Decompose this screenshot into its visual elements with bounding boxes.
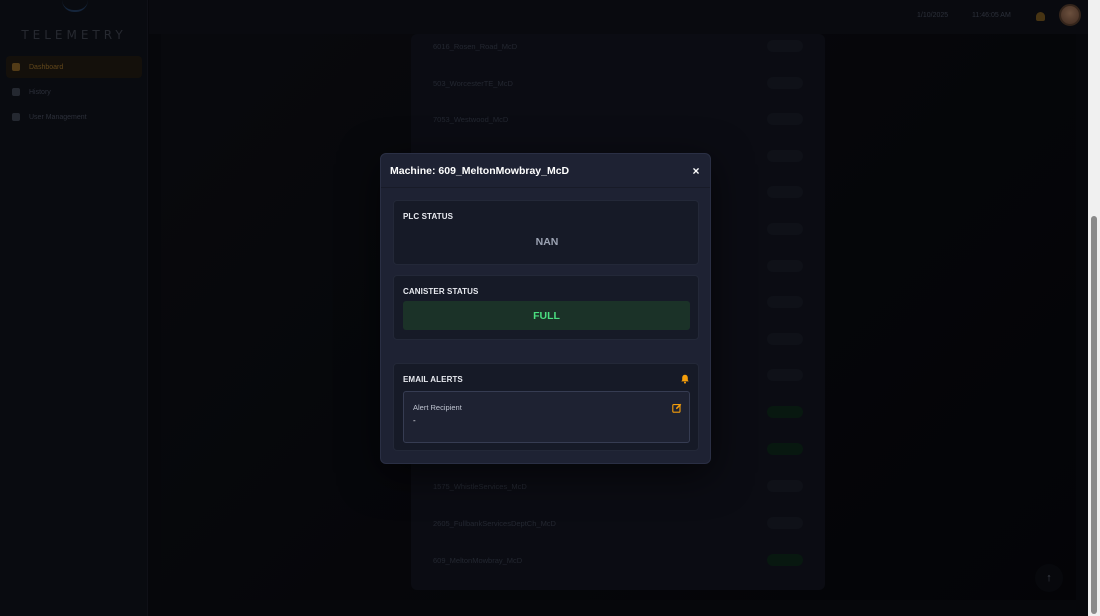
plc-status-value: NAN	[535, 236, 559, 248]
scrollbar-thumb[interactable]	[1091, 216, 1097, 614]
email-alerts-label: EMAIL ALERTS	[403, 375, 463, 384]
alert-recipient-field: Alert Recipient -	[403, 391, 690, 443]
bell-icon	[681, 374, 689, 384]
modal-header: Machine: 609_MeltonMowbray_McD ×	[381, 154, 710, 188]
alert-recipient-value: -	[413, 416, 416, 425]
canister-status-box: FULL	[403, 301, 690, 330]
email-alerts-card: EMAIL ALERTS Alert Recipient -	[393, 363, 699, 451]
alert-recipient-label: Alert Recipient	[413, 403, 462, 412]
close-button[interactable]: ×	[688, 163, 704, 179]
edit-icon[interactable]	[672, 403, 682, 413]
plc-status-label: PLC STATUS	[403, 212, 454, 221]
machine-detail-modal: Machine: 609_MeltonMowbray_McD × PLC STA…	[380, 153, 711, 464]
modal-title: Machine: 609_MeltonMowbray_McD	[390, 165, 570, 177]
canister-status-card: CANISTER STATUS FULL	[393, 275, 699, 340]
page-scrollbar[interactable]	[1088, 0, 1100, 616]
canister-status-label: CANISTER STATUS	[403, 287, 479, 296]
canister-status-value: FULL	[533, 309, 560, 322]
plc-status-card: PLC STATUS NAN	[393, 200, 699, 265]
